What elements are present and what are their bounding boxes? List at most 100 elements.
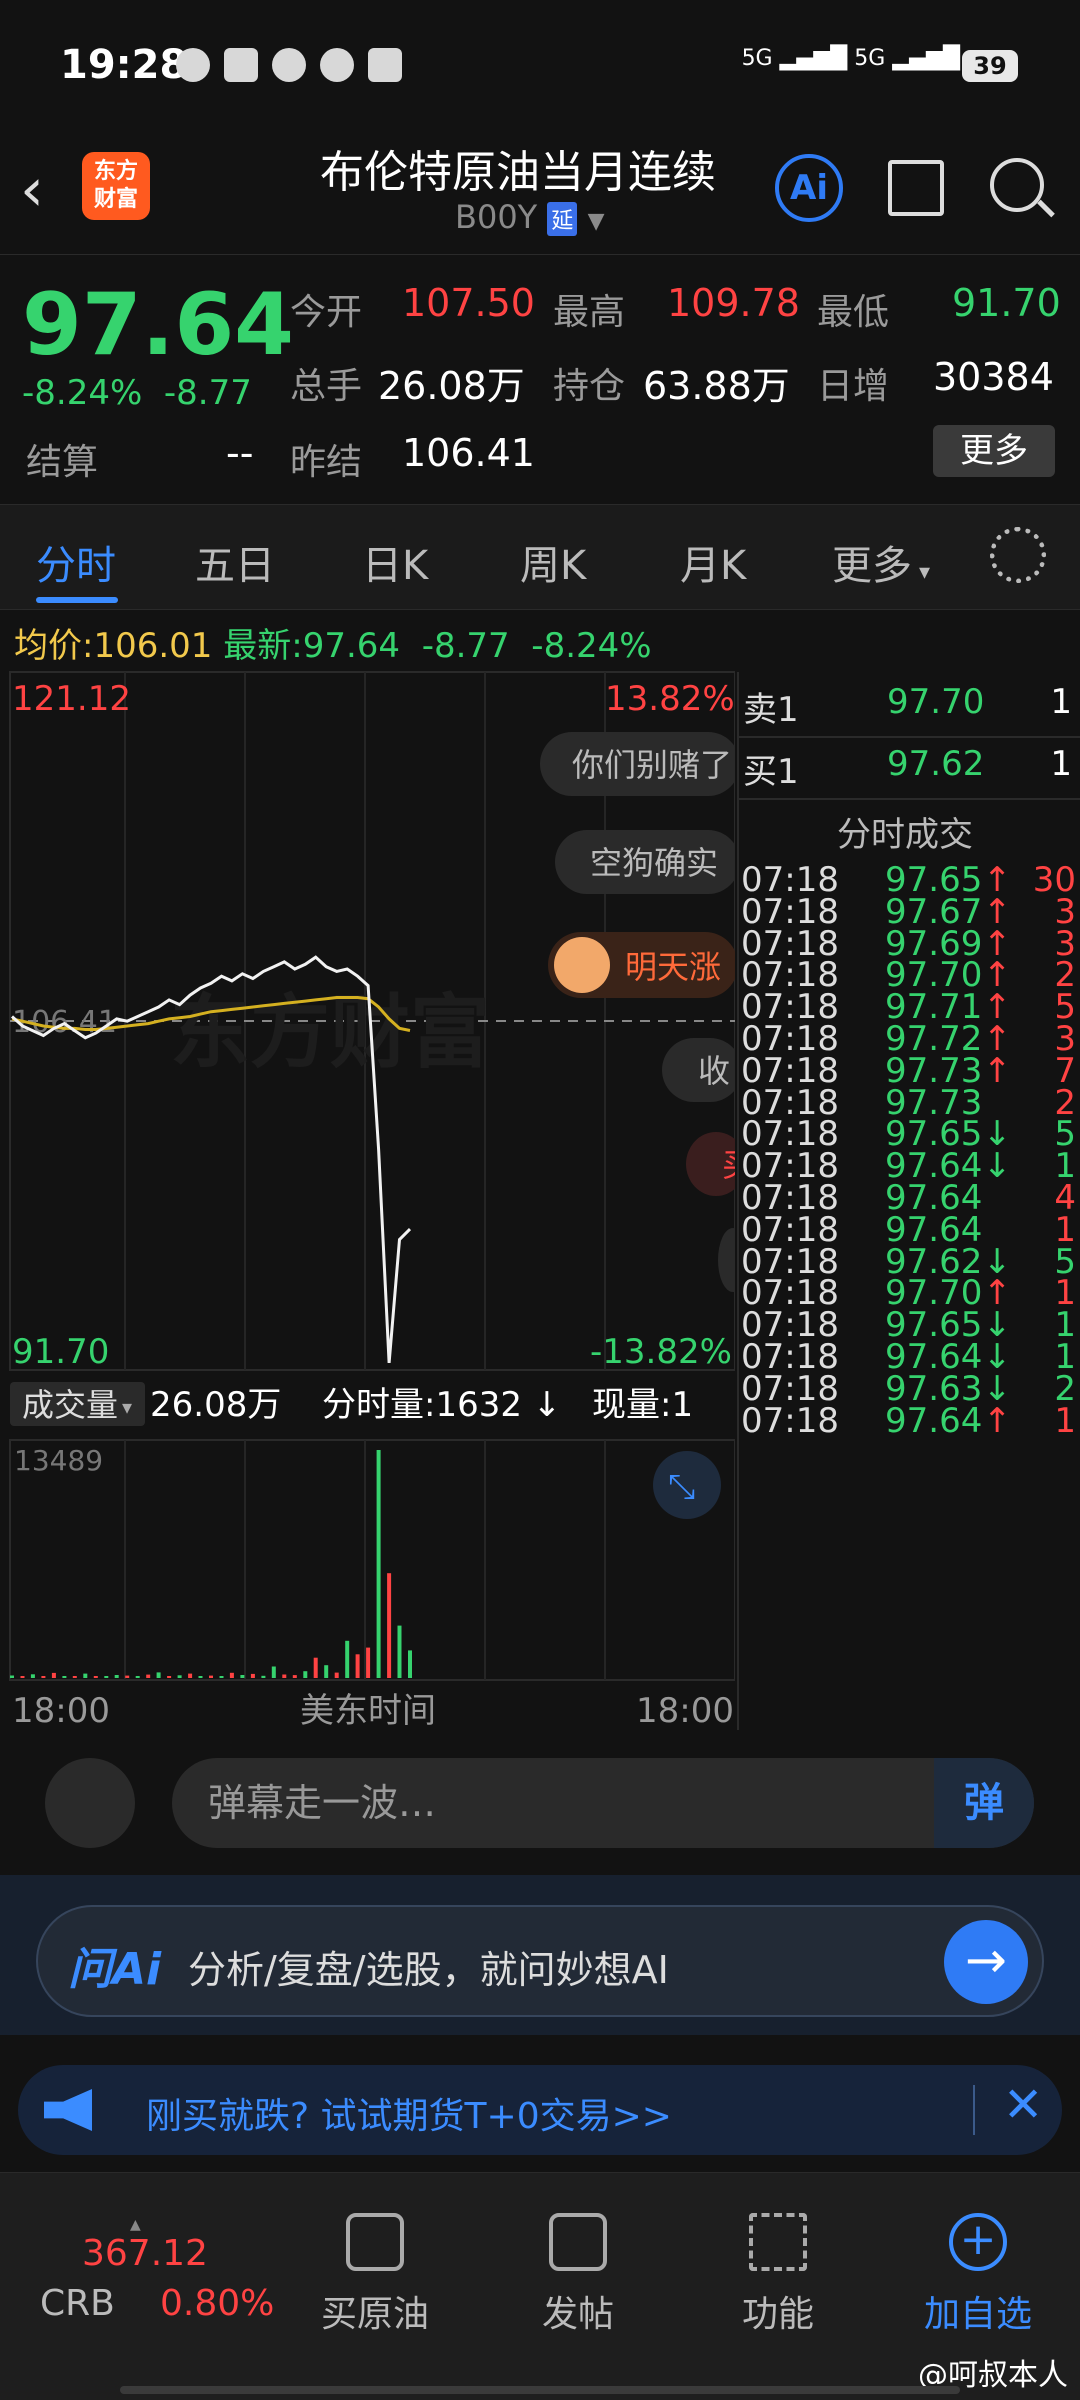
open-value: 107.50 bbox=[402, 281, 535, 325]
volume-max-label: 13489 bbox=[14, 1444, 103, 1477]
volume-bar bbox=[271, 1666, 276, 1678]
volume-bar bbox=[62, 1676, 67, 1678]
volume-bar bbox=[345, 1640, 350, 1678]
day-inc-label: 日增 bbox=[817, 366, 890, 407]
ask-row: 卖1 97.70 1 bbox=[743, 682, 1072, 730]
oi-value: 63.88万 bbox=[643, 364, 790, 408]
close-icon[interactable]: ✕ bbox=[1003, 2077, 1043, 2133]
volume-bar bbox=[250, 1673, 255, 1678]
volume-selector: 成交量 bbox=[22, 1386, 118, 1424]
promo-divider bbox=[973, 2085, 975, 2135]
page-title: 布伦特原油当月连续 bbox=[320, 147, 716, 198]
chart-info-line: 均价:106.01 最新:97.64 -8.77 -8.24% bbox=[14, 626, 652, 666]
header: ‹ 东方 财富 布伦特原油当月连续 B00Y 延 ▼ Ai bbox=[0, 130, 1080, 255]
svg-text:▾: ▾ bbox=[122, 1395, 132, 1419]
ticks-title: 分时成交 bbox=[837, 815, 973, 855]
danmaku-5: 买 bbox=[722, 1146, 735, 1184]
crb-name: CRB bbox=[40, 2283, 115, 2324]
volume-bars bbox=[10, 1450, 412, 1678]
chart-bottom-price: 91.70 bbox=[12, 1332, 109, 1372]
app-notification-icon bbox=[224, 48, 258, 82]
gear-icon[interactable] bbox=[990, 527, 1046, 583]
volume-bar bbox=[324, 1665, 329, 1678]
danmaku-toggle-button[interactable]: 弹 bbox=[934, 1758, 1034, 1848]
nav-add-watchlist[interactable]: + 加自选 bbox=[908, 2213, 1048, 2337]
volume-bar bbox=[209, 1675, 213, 1678]
prev-settle-value: 106.41 bbox=[402, 431, 535, 475]
nav-functions[interactable]: 功能 bbox=[708, 2213, 848, 2337]
volume-bar bbox=[20, 1676, 25, 1678]
tab-monthly-k[interactable]: 月K bbox=[680, 533, 746, 591]
volume-bar bbox=[408, 1650, 412, 1678]
tab-daily-k[interactable]: 日K bbox=[362, 533, 428, 591]
volume-bar bbox=[229, 1672, 234, 1678]
tab-intraday[interactable]: 分时 bbox=[36, 533, 116, 591]
tab-weekly-k[interactable]: 周K bbox=[520, 533, 586, 591]
price-change: -8.24% -8.77 bbox=[22, 373, 252, 413]
danmaku-bar: 弹幕走一波… 弹 bbox=[0, 1730, 1080, 1875]
danmaku-1: 你们别赌了 bbox=[572, 746, 732, 784]
danmaku-2: 空狗确实 bbox=[590, 844, 718, 882]
app-notification-icon-2 bbox=[368, 48, 402, 82]
tab-more[interactable]: 更多 ▾ bbox=[832, 533, 930, 591]
high-label: 最高 bbox=[553, 292, 626, 333]
ai-logo: 问Ai bbox=[68, 1944, 162, 1995]
active-tab-indicator bbox=[36, 597, 118, 603]
volume-bar bbox=[240, 1675, 245, 1678]
bid-row: 买1 97.62 1 bbox=[743, 744, 1072, 792]
ai-assistant-button[interactable]: Ai bbox=[775, 154, 843, 222]
chart-tabs: 分时 五日 日K 周K 月K 更多 ▾ bbox=[0, 505, 1080, 610]
promo-banner[interactable]: 刚买就跌? 试试期货T+0交易>> ✕ bbox=[18, 2065, 1062, 2155]
arrow-right-icon[interactable]: → bbox=[944, 1920, 1028, 2004]
share-icon[interactable] bbox=[888, 160, 944, 216]
volume-bar bbox=[376, 1450, 381, 1678]
more-button[interactable]: 更多 bbox=[933, 425, 1055, 477]
search-icon[interactable] bbox=[990, 158, 1044, 212]
last-price: 97.64 bbox=[22, 275, 295, 375]
day-inc-value: 30384 bbox=[933, 355, 1054, 399]
tick-time: 07:18 bbox=[741, 1400, 839, 1441]
tab-five-day[interactable]: 五日 bbox=[195, 533, 275, 591]
ai-assistant-bar: 问Ai 分析/复盘/选股，就问妙想AI → bbox=[0, 1875, 1080, 2035]
volume-bar bbox=[313, 1657, 318, 1678]
intraday-chart[interactable]: 东方财富 121.12 13.82% 106.41 91.70 -13.82% … bbox=[0, 670, 754, 1731]
tick-price: 97.64 bbox=[885, 1400, 983, 1441]
danmaku-layer: 你们别赌了 空狗确实 明天涨 收 买 bbox=[540, 732, 754, 1292]
time-zone-label: 美东时间 bbox=[300, 1691, 436, 1730]
low-label: 最低 bbox=[817, 292, 890, 333]
volume-total: 26.08万 bbox=[150, 1385, 281, 1425]
volume-bar bbox=[41, 1676, 46, 1678]
time-end: 18:00 bbox=[636, 1691, 734, 1730]
danmaku-input[interactable]: 弹幕走一波… 弹 bbox=[172, 1758, 1034, 1848]
volume-bar bbox=[135, 1676, 140, 1678]
instrument-code[interactable]: B00Y 延 ▼ bbox=[455, 198, 605, 236]
svg-text:⤡: ⤡ bbox=[668, 1467, 695, 1507]
volume-bar bbox=[104, 1676, 109, 1678]
edit-icon bbox=[549, 2213, 607, 2271]
volume-bar bbox=[198, 1676, 203, 1678]
volume-value: 26.08万 bbox=[378, 364, 525, 408]
nav-post[interactable]: 发帖 bbox=[508, 2213, 648, 2337]
ai-input[interactable]: 问Ai 分析/复盘/选股，就问妙想AI → bbox=[36, 1905, 1044, 2017]
volume-bar bbox=[366, 1647, 371, 1678]
high-value: 109.78 bbox=[667, 281, 800, 325]
volume-bar bbox=[125, 1675, 130, 1678]
volume-label: 总手 bbox=[290, 366, 363, 407]
chart-top-pct: 13.82% bbox=[605, 679, 735, 719]
danmaku-settings-icon[interactable] bbox=[45, 1758, 135, 1848]
volume-bar bbox=[188, 1673, 193, 1678]
quote-panel: 97.64 -8.24% -8.77 今开 107.50 最高 109.78 最… bbox=[0, 255, 1080, 505]
wechat-icon bbox=[176, 48, 210, 82]
chart-watermark: 东方财富 bbox=[170, 986, 490, 1079]
settle-label: 结算 bbox=[26, 442, 99, 483]
battery-icon: 39 bbox=[962, 50, 1018, 82]
qq-icon bbox=[272, 48, 306, 82]
nav-buy-oil[interactable]: 买原油 bbox=[305, 2213, 445, 2337]
back-arrow-icon[interactable]: ‹ bbox=[20, 160, 70, 220]
plus-circle-icon: + bbox=[949, 2213, 1007, 2271]
promo-text[interactable]: 刚买就跌? 试试期货T+0交易>> bbox=[146, 2087, 672, 2139]
volume-bar bbox=[10, 1675, 14, 1678]
volume-bar bbox=[146, 1674, 151, 1678]
volume-bar bbox=[167, 1676, 172, 1678]
apps-grid-icon bbox=[749, 2213, 807, 2271]
